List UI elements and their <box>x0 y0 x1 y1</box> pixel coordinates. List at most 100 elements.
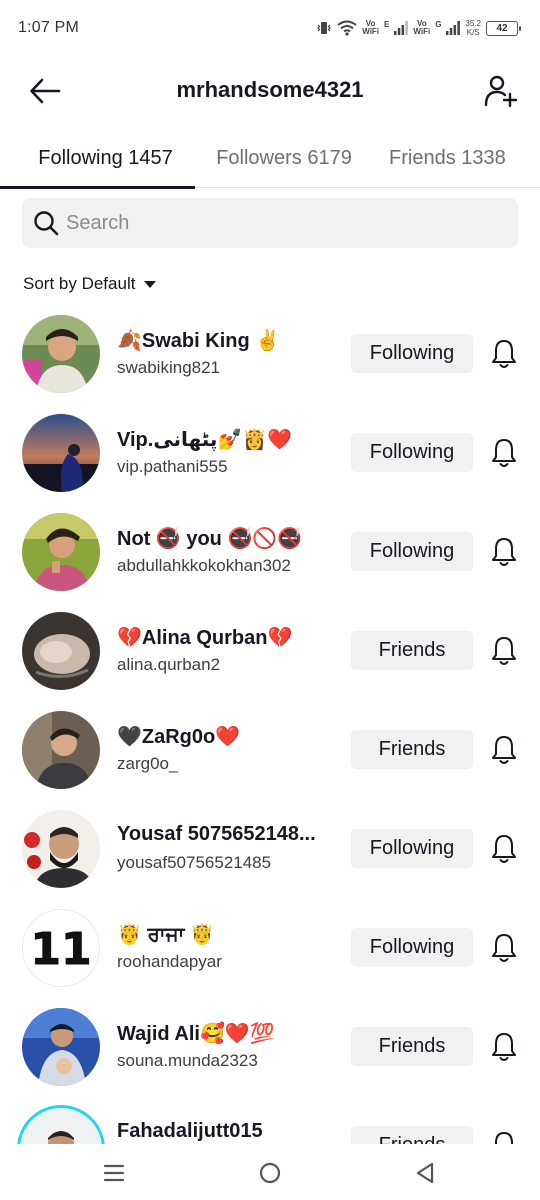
account-handle: yousaf50756521485 <box>117 853 272 872</box>
status-bar: 1:07 PM Vo WiFi E Vo WiFi G 35.2 K/S 42 <box>0 0 540 56</box>
avatar[interactable]: 11 <box>22 909 100 987</box>
friends-button[interactable]: Friends <box>351 631 473 670</box>
friends-button[interactable]: Friends <box>351 730 473 769</box>
sort-dropdown[interactable]: Sort by Default <box>23 274 157 294</box>
add-friend-button[interactable] <box>482 72 520 110</box>
list-item: Not 🚭 you 🚭🚫🚭 abdullahkkokokhan302 Follo… <box>0 502 540 601</box>
header: mrhandsome4321 <box>0 62 540 118</box>
friends-button[interactable]: Friends <box>351 1126 473 1144</box>
wifi-icon <box>337 20 357 36</box>
list-item: Wajid Ali🥰❤️💯 souna.munda2323 Friends <box>0 997 540 1096</box>
bell-icon <box>492 1033 516 1061</box>
notification-bell-button[interactable] <box>490 437 518 469</box>
notification-bell-button[interactable] <box>490 734 518 766</box>
list-item: 🍂Swabi King ✌️ swabiking821 Following <box>0 304 540 403</box>
bell-icon <box>492 835 516 863</box>
bell-icon <box>492 340 516 368</box>
account-handle: zarg0o_ <box>117 754 179 773</box>
notification-bell-button[interactable] <box>490 635 518 667</box>
following-button[interactable]: Following <box>351 532 473 571</box>
avatar-number-badge: 11 <box>30 924 91 975</box>
account-name[interactable]: Yousaf 5075652148... <box>117 823 316 846</box>
avatar[interactable] <box>22 711 100 789</box>
home-button[interactable] <box>255 1158 285 1188</box>
friends-button[interactable]: Friends <box>351 1027 473 1066</box>
signal-icon-1 <box>394 21 409 35</box>
avatar[interactable] <box>22 315 100 393</box>
caret-down-icon <box>144 280 157 288</box>
list-item: 💔Alina Qurban💔 alina.qurban2 Friends <box>0 601 540 700</box>
signal-icon-2 <box>446 21 461 35</box>
tab-bar: Following 1457 Followers 6179 Friends 13… <box>0 128 540 189</box>
account-name[interactable]: Vip.پٹھانی💅👸❤️ <box>117 427 292 452</box>
following-button[interactable]: Following <box>351 928 473 967</box>
arrow-left-icon <box>30 78 61 104</box>
bell-icon <box>492 637 516 665</box>
back-nav-button[interactable] <box>410 1158 440 1188</box>
list-item: 🖤ZaRg0o❤️ zarg0o_ Friends <box>0 700 540 799</box>
list-item: Yousaf 5075652148... yousaf50756521485 F… <box>0 799 540 898</box>
bell-icon <box>492 736 516 764</box>
notification-bell-button[interactable] <box>490 338 518 370</box>
triangle-back-icon <box>416 1162 434 1184</box>
notification-bell-button[interactable] <box>490 536 518 568</box>
bell-icon <box>492 538 516 566</box>
avatar[interactable] <box>22 1008 100 1086</box>
bell-icon <box>495 1132 513 1144</box>
account-name[interactable]: Not 🚭 you 🚭🚫🚭 <box>117 526 302 551</box>
list-item: 11 🤴 ਰਾਜਾ 🤴 roohandapyar Following <box>0 898 540 997</box>
menu-icon <box>103 1164 125 1182</box>
list-item: Fahadalijutt015 Friends <box>0 1096 540 1144</box>
system-navigation-bar <box>0 1144 540 1200</box>
avatar[interactable] <box>22 612 100 690</box>
notification-bell-button[interactable] <box>490 833 518 865</box>
back-button[interactable] <box>28 74 62 108</box>
notification-bell-button[interactable] <box>490 932 518 964</box>
following-button[interactable]: Following <box>351 334 473 373</box>
account-handle: souna.munda2323 <box>117 1051 258 1070</box>
account-handle: vip.pathani555 <box>117 457 228 476</box>
page-title: mrhandsome4321 <box>176 77 364 102</box>
account-handle: roohandapyar <box>117 952 222 971</box>
search-bar[interactable] <box>22 198 518 248</box>
list-item: Vip.پٹھانی💅👸❤️ vip.pathani555 Following <box>0 403 540 502</box>
battery-icon: 42 <box>486 20 521 36</box>
tab-followers[interactable]: Followers 6179 <box>195 128 373 188</box>
network-type-1: E <box>384 20 390 29</box>
network-type-2: G <box>435 20 442 29</box>
notification-bell-button[interactable] <box>490 1130 518 1144</box>
tab-following[interactable]: Following 1457 <box>0 128 195 189</box>
avatar[interactable] <box>17 1105 105 1144</box>
account-name[interactable]: 🍂Swabi King ✌️ <box>117 328 280 353</box>
recent-apps-button[interactable] <box>99 1158 129 1188</box>
account-handle: alina.qurban2 <box>117 655 221 674</box>
following-button[interactable]: Following <box>351 829 473 868</box>
bell-icon <box>492 439 516 467</box>
following-list[interactable]: 🍂Swabi King ✌️ swabiking821 Following Vi… <box>0 304 540 1144</box>
account-name[interactable]: 💔Alina Qurban💔 <box>117 625 292 650</box>
account-name[interactable]: 🤴 ਰਾਜਾ 🤴 <box>117 922 215 947</box>
account-name[interactable]: Fahadalijutt015 <box>117 1120 263 1143</box>
account-name[interactable]: 🖤ZaRg0o❤️ <box>117 724 240 749</box>
account-handle: swabiking821 <box>117 358 221 377</box>
tab-friends[interactable]: Friends 1338 <box>373 128 540 188</box>
sort-label: Sort by Default <box>23 274 136 293</box>
status-time: 1:07 PM <box>18 19 79 36</box>
account-name[interactable]: Wajid Ali🥰❤️💯 <box>117 1021 275 1046</box>
search-input[interactable] <box>66 211 486 235</box>
bell-icon <box>492 934 516 962</box>
notification-bell-button[interactable] <box>490 1031 518 1063</box>
volte-wifi-indicator-1: Vo WiFi <box>362 19 380 36</box>
vibrate-icon <box>316 20 332 36</box>
following-button[interactable]: Following <box>351 433 473 472</box>
avatar[interactable] <box>22 414 100 492</box>
search-icon <box>32 209 60 237</box>
avatar[interactable] <box>22 810 100 888</box>
network-speed: 35.2 K/S <box>465 19 481 37</box>
status-icons: Vo WiFi E Vo WiFi G 35.2 K/S 42 <box>316 19 521 37</box>
account-handle: abdullahkkokokhan302 <box>117 556 291 575</box>
avatar[interactable] <box>22 513 100 591</box>
add-user-icon <box>484 75 518 108</box>
volte-wifi-indicator-2: Vo WiFi <box>413 19 431 36</box>
home-circle-icon <box>259 1162 281 1184</box>
